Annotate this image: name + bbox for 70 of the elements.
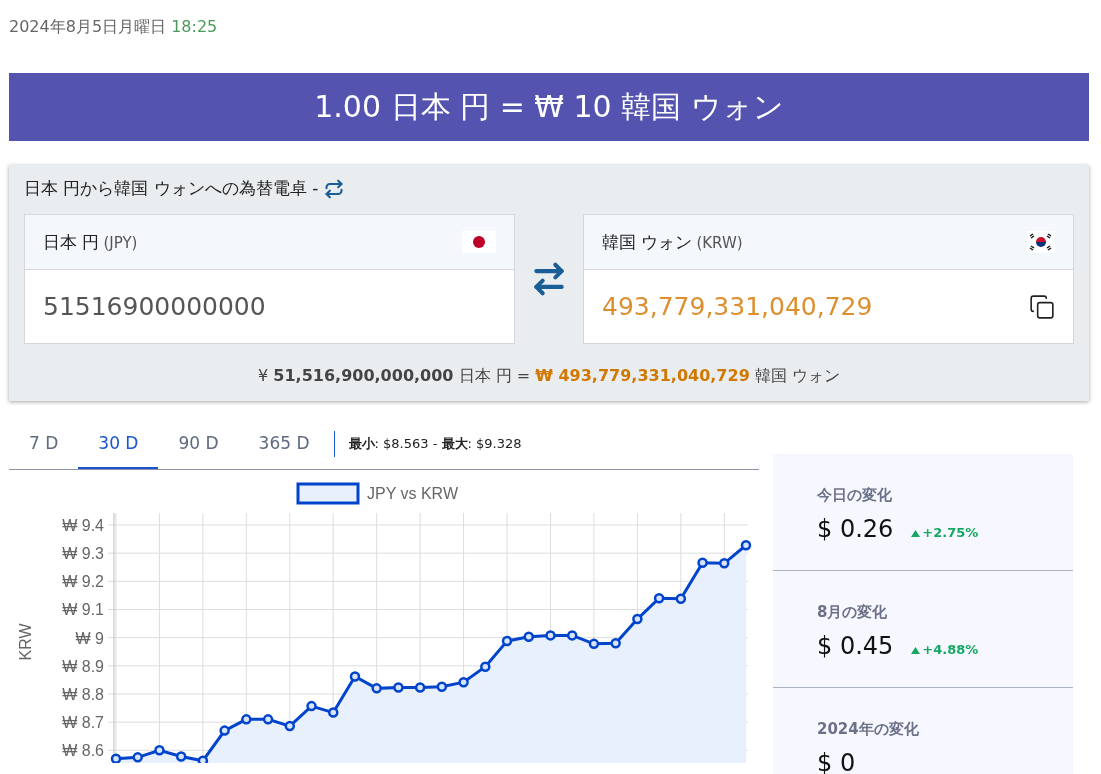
tick-label: ₩ 9.2 <box>62 573 104 591</box>
change-percent: +4.88% <box>911 642 979 657</box>
data-point[interactable] <box>480 661 491 672</box>
data-point[interactable] <box>284 720 296 732</box>
data-point[interactable] <box>697 557 708 568</box>
conversion-result: ¥ 51,516,900,000,000 日本 円 = ₩ 493,779,331,040,729 韓国 ウォン <box>257 366 841 387</box>
copy-icon[interactable] <box>1029 293 1055 320</box>
data-point[interactable] <box>197 755 209 763</box>
data-point[interactable] <box>175 751 187 762</box>
data-point[interactable] <box>154 745 165 756</box>
data-point[interactable] <box>132 752 143 763</box>
change-value: $ 0 <box>817 749 856 774</box>
change-value: $ 0.45 <box>817 632 894 660</box>
up-triangle-icon <box>911 647 921 654</box>
tick-label: ₩ 9.1 <box>62 601 104 619</box>
data-point[interactable] <box>262 714 274 725</box>
tick-label: ₩ 8.8 <box>62 686 104 703</box>
range-tab[interactable]: 30 D <box>78 419 159 469</box>
up-triangle-icon <box>911 530 921 537</box>
legend-label: JPY vs KRW <box>367 485 458 502</box>
data-point[interactable] <box>632 613 643 625</box>
data-point[interactable] <box>501 635 513 647</box>
data-point[interactable] <box>523 631 534 643</box>
data-point[interactable] <box>349 671 361 682</box>
rate-banner: 1.00 日本 円 = ₩ 10 韓国 ウォン <box>9 73 1089 141</box>
flag-icon <box>462 231 496 253</box>
range-summary: 最小: $8.563 - 最大: $9.328 <box>348 435 522 453</box>
converted-amount: 493,779,331,040,729 <box>602 292 873 321</box>
tick-label: ₩ 8.6 <box>62 742 104 760</box>
flag-icon <box>1027 231 1055 253</box>
data-point[interactable] <box>414 682 426 693</box>
tick-label: ₩ 8.9 <box>62 657 104 675</box>
range-tab[interactable]: 365 D <box>238 419 330 469</box>
data-point[interactable] <box>545 630 556 641</box>
change-percent: +2.75% <box>911 525 979 540</box>
axis-title: KRW <box>17 623 34 661</box>
data-point[interactable] <box>436 681 448 692</box>
data-point[interactable] <box>458 676 469 688</box>
change-label: 2024年の変化 <box>817 720 920 739</box>
data-point[interactable] <box>219 725 230 736</box>
data-point[interactable] <box>653 593 665 604</box>
date-text: 2024年8月5日月曜日 <box>9 17 167 36</box>
change-label: 今日の変化 <box>817 486 893 505</box>
data-point[interactable] <box>371 683 382 694</box>
tick-label: ₩ 9 <box>75 629 104 647</box>
converter-title: 日本 円から韓国 ウォンへの為替電卓 - <box>24 177 319 200</box>
tick-label: ₩ 8.7 <box>62 714 104 732</box>
currency-label: 韓国 ウォン (KRW) <box>602 230 743 254</box>
swap-icon[interactable] <box>324 178 345 199</box>
data-point[interactable] <box>719 558 730 569</box>
range-tab[interactable]: 90 D <box>158 419 239 469</box>
data-point[interactable] <box>393 682 404 693</box>
change-label: 8月の変化 <box>817 603 889 622</box>
time-text: 18:25 <box>171 17 218 36</box>
tick-label: ₩ 9.3 <box>62 545 104 563</box>
legend-swatch-icon[interactable] <box>296 482 360 505</box>
data-point[interactable] <box>328 707 339 718</box>
data-point[interactable] <box>610 638 621 649</box>
change-value: $ 0.26 <box>817 515 894 543</box>
data-point[interactable] <box>566 630 578 641</box>
range-tab[interactable]: 7 D <box>9 419 79 469</box>
data-point[interactable] <box>675 593 687 605</box>
data-point[interactable] <box>241 714 252 725</box>
data-point[interactable] <box>588 638 600 650</box>
tick-label: ₩ 9.4 <box>62 517 104 534</box>
currency-label: 日本 円 (JPY) <box>43 230 138 254</box>
amount-input[interactable]: 51516900000000 <box>43 292 266 321</box>
data-point[interactable] <box>110 753 122 763</box>
data-point[interactable] <box>740 540 752 551</box>
data-point[interactable] <box>306 700 317 712</box>
